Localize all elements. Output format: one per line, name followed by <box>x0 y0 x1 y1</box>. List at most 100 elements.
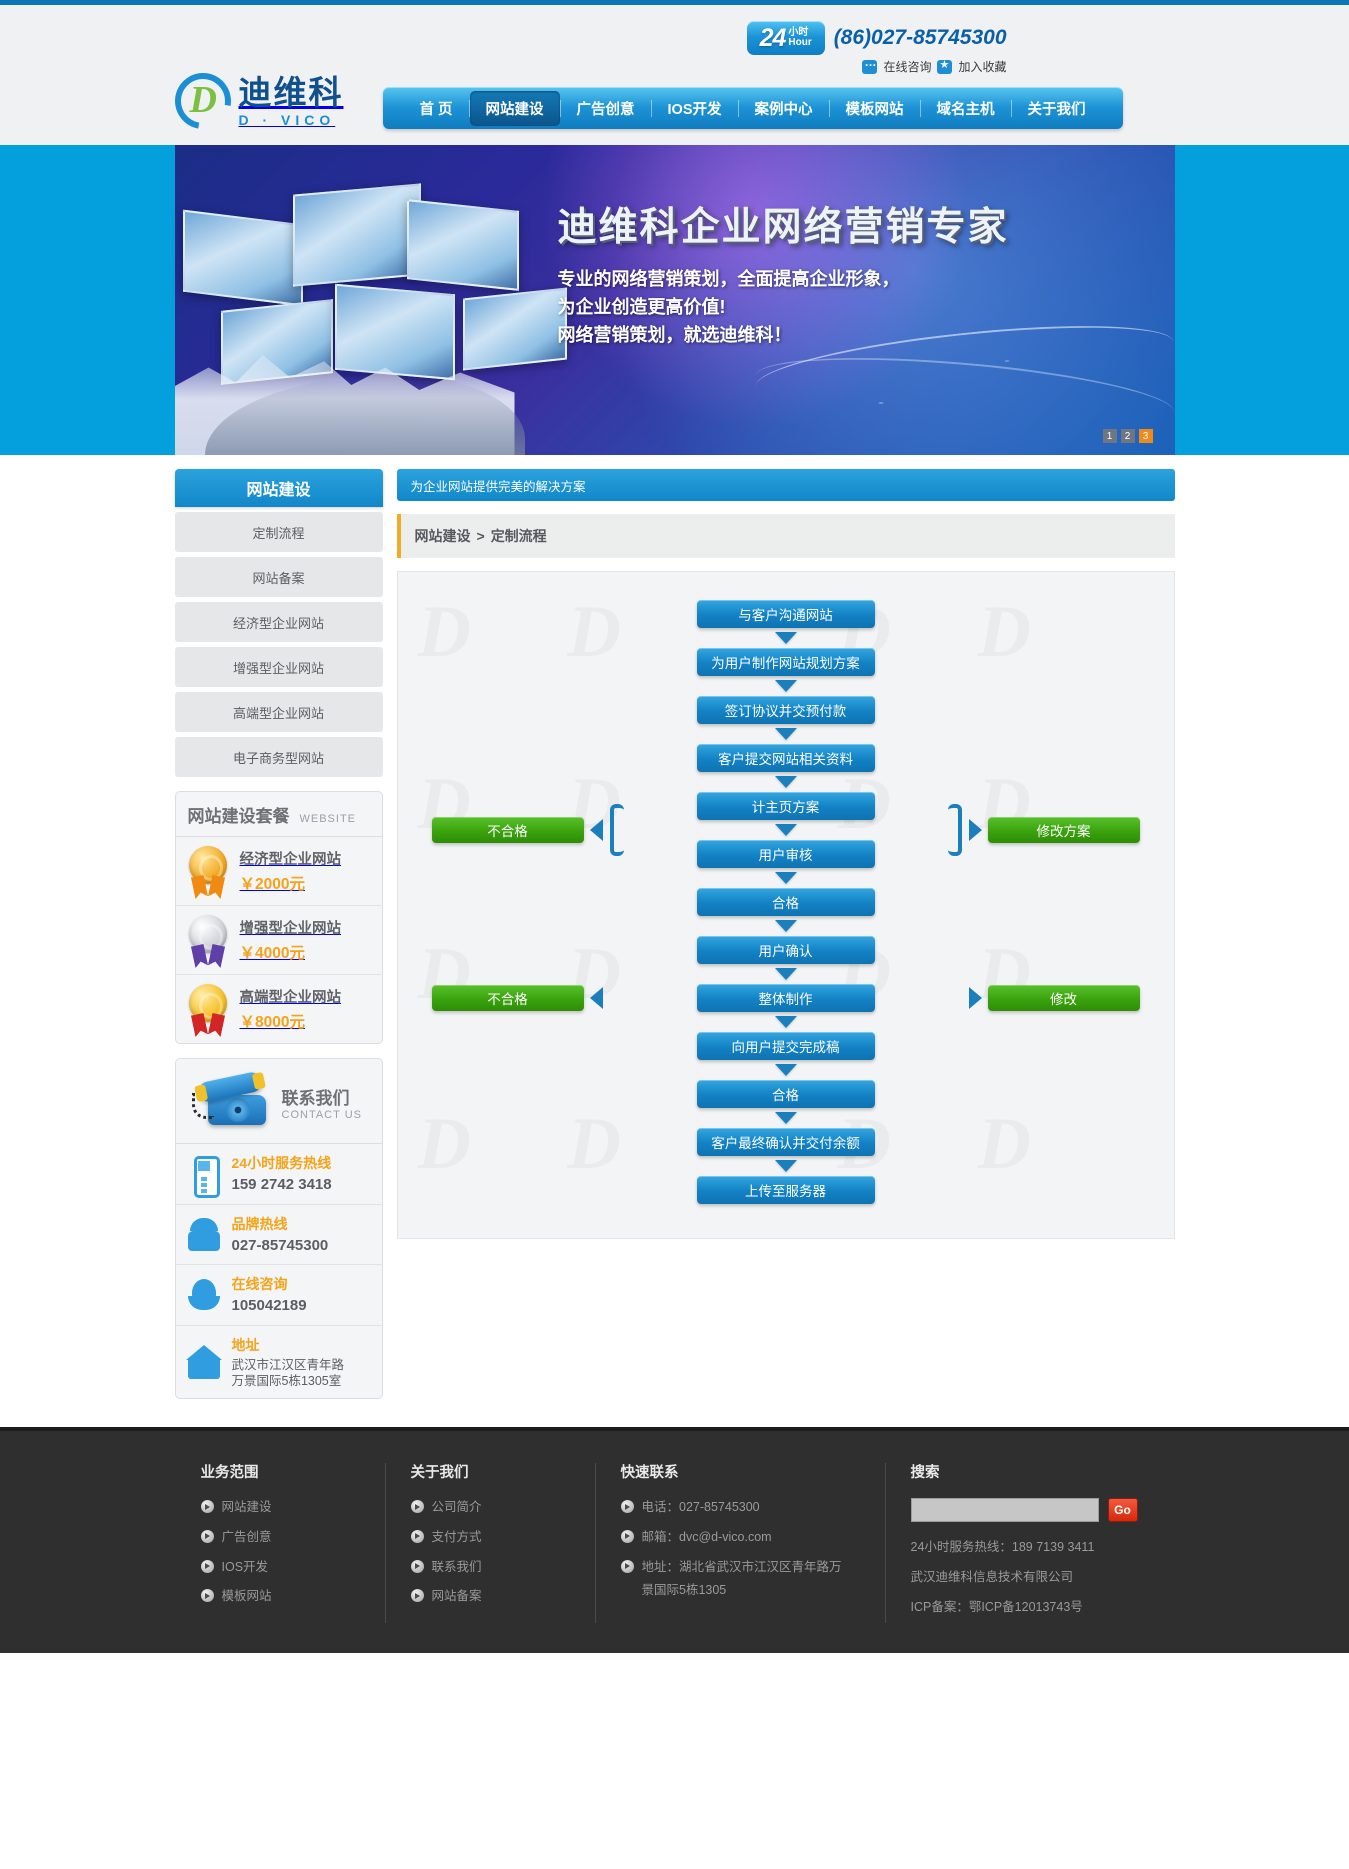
flow-step-11[interactable]: 合格 <box>696 1080 875 1108</box>
banner-pagination: 1 2 3 <box>1102 429 1153 443</box>
sidebar-title: 网站建设 <box>174 469 383 507</box>
contact-value: 027-85745300 <box>231 1236 329 1254</box>
nav-item-ads[interactable]: 广告创意 <box>561 91 651 126</box>
sidebar-item-ecommerce[interactable]: 电子商务型网站 <box>174 737 383 777</box>
package-row-premium[interactable]: 高端型企业网站 ￥8000元 <box>176 975 382 1043</box>
packages-panel: 网站建设套餐 WEBSITE 经济型企业网站 ￥2000元 增强型企业网站 ￥4… <box>174 791 383 1044</box>
search-input[interactable] <box>910 1498 1099 1522</box>
arrow-bullet-icon <box>620 1559 634 1573</box>
silver-medal-icon <box>186 915 230 965</box>
nav-item-website[interactable]: 网站建设 <box>469 90 560 126</box>
flow-step-10[interactable]: 向用户提交完成稿 <box>696 1032 875 1060</box>
flow-branch-revise-2[interactable]: 修改 <box>987 985 1140 1011</box>
package-row-economy[interactable]: 经济型企业网站 ￥2000元 <box>175 837 382 906</box>
contact-row-hotline: 24小时服务热线 159 2742 3418 <box>175 1144 382 1205</box>
flow-branch-fail-1[interactable]: 不合格 <box>431 817 584 843</box>
flow-branch-production: 整体制作 不合格 修改 <box>398 984 1174 1012</box>
banner-line-3: 网络营销策划，就选迪维科！ <box>557 324 792 345</box>
footer-col-services: 业务范围 网站建设 广告创意 IOS开发 模板网站 <box>175 1461 385 1627</box>
sidebar-item-economy[interactable]: 经济型企业网站 <box>174 602 383 642</box>
mobile-icon <box>186 1155 222 1198</box>
arrow-bullet-icon <box>620 1529 634 1543</box>
footer-link[interactable]: 网站建设 <box>200 1498 359 1517</box>
nav-item-domain[interactable]: 域名主机 <box>921 91 1011 126</box>
flow-step-7[interactable]: 合格 <box>696 888 875 916</box>
add-favorite-link[interactable]: 加入收藏 <box>958 58 1006 75</box>
flow-step-1[interactable]: 与客户沟通网站 <box>696 600 875 628</box>
flow-arrow-down-icon <box>774 728 797 740</box>
nav-item-ios[interactable]: IOS开发 <box>652 91 738 126</box>
header-phone: (86)027-85745300 <box>833 26 1007 49</box>
flow-step-3[interactable]: 签订协议并交预付款 <box>696 696 875 724</box>
contact-title-en: CONTACT US <box>281 1108 362 1121</box>
packages-title-en: WEBSITE <box>299 813 357 825</box>
flow-arrow-down-icon <box>774 1112 797 1124</box>
contact-label: 品牌热线 <box>231 1215 288 1232</box>
nav-item-templates[interactable]: 模板网站 <box>830 91 920 126</box>
sidebar-item-process[interactable]: 定制流程 <box>174 512 383 552</box>
contact-row-address: 地址 武汉市江汉区青年路 万景国际5栋1305室 <box>176 1326 382 1399</box>
sidebar-item-premium[interactable]: 高端型企业网站 <box>174 692 383 732</box>
contact-row-qq[interactable]: 在线咨询 105042189 <box>175 1265 382 1326</box>
nav-item-home[interactable]: 首 页 <box>403 91 468 126</box>
sidebar-item-enhanced[interactable]: 增强型企业网站 <box>174 647 383 687</box>
flow-step-13[interactable]: 上传至服务器 <box>696 1176 875 1204</box>
flow-step-5[interactable]: 计主页方案 <box>696 792 875 820</box>
site-header: 24 小时 Hour (86)027-85745300 在线咨询 加入收藏 D … <box>0 5 1349 145</box>
telephone-icon <box>186 1215 222 1253</box>
footer-link[interactable]: IOS开发 <box>200 1558 359 1577</box>
arrow-bullet-icon <box>200 1589 214 1603</box>
footer-link[interactable]: 网站备案 <box>410 1587 569 1606</box>
flow-arrow-down-icon <box>774 872 797 884</box>
flow-step-12[interactable]: 客户最终确认并交付余额 <box>696 1128 875 1156</box>
footer-col-about: 关于我们 公司简介 支付方式 联系我们 网站备案 <box>384 1461 595 1627</box>
content-subtitle: 为企业网站提供完美的解决方案 <box>396 469 1175 501</box>
arrow-bullet-icon <box>620 1500 634 1513</box>
banner-dot-2[interactable]: 2 <box>1120 429 1135 443</box>
flow-step-9[interactable]: 整体制作 <box>696 984 875 1012</box>
contact-title-cn: 联系我们 <box>281 1088 350 1108</box>
online-consult-link[interactable]: 在线咨询 <box>883 58 931 75</box>
footer-link[interactable]: 广告创意 <box>200 1528 359 1547</box>
footer-heading: 业务范围 <box>200 1465 259 1481</box>
package-name: 高端型企业网站 <box>239 990 342 1006</box>
arrow-bullet-icon <box>410 1500 424 1513</box>
flow-branch-revise-1[interactable]: 修改方案 <box>987 817 1140 843</box>
package-price: ￥4000元 <box>239 945 305 962</box>
contact-value: 159 2742 3418 <box>231 1176 332 1193</box>
logo-text-cn: 迪维科 <box>238 73 344 111</box>
search-go-button[interactable]: Go <box>1107 1498 1138 1522</box>
package-price: ￥8000元 <box>239 1014 305 1031</box>
logo-mark-icon: D <box>163 62 242 140</box>
logo-mark-letter: D <box>189 79 217 121</box>
breadcrumb-parent[interactable]: 网站建设 <box>415 526 471 546</box>
banner-dot-3[interactable]: 3 <box>1138 429 1153 443</box>
footer-link[interactable]: 公司简介 <box>410 1498 569 1517</box>
flow-step-2[interactable]: 为用户制作网站规划方案 <box>696 648 875 676</box>
package-row-enhanced[interactable]: 增强型企业网站 ￥4000元 <box>175 906 382 975</box>
nav-item-cases[interactable]: 案例中心 <box>739 91 829 126</box>
flow-step-4[interactable]: 客户提交网站相关资料 <box>696 744 875 772</box>
banner-dot-1[interactable]: 1 <box>1102 429 1117 443</box>
nav-item-about[interactable]: 关于我们 <box>1012 91 1102 126</box>
page-body: 网站建设 定制流程 网站备案 经济型企业网站 增强型企业网站 高端型企业网站 电… <box>174 455 1175 1427</box>
sidebar-item-filing[interactable]: 网站备案 <box>174 557 383 597</box>
footer-link[interactable]: 联系我们 <box>410 1558 569 1577</box>
flow-arrow-right-icon <box>968 819 982 841</box>
footer-link[interactable]: 模板网站 <box>200 1587 359 1606</box>
footer-contact-email: 邮箱：dvc@d-vico.com <box>620 1528 859 1547</box>
hotline-block: 24 小时 Hour (86)027-85745300 <box>746 21 1007 55</box>
banner-title: 迪维科企业网络营销专家 <box>557 206 1009 249</box>
arrow-bullet-icon <box>410 1559 424 1573</box>
package-name: 经济型企业网站 <box>239 852 342 868</box>
packages-header: 网站建设套餐 WEBSITE <box>175 792 382 837</box>
contact-panel: 联系我们 CONTACT US 24小时服务热线 159 2742 3418 品… <box>174 1058 383 1399</box>
footer-link[interactable]: 支付方式 <box>410 1528 569 1547</box>
flow-step-8[interactable]: 用户确认 <box>696 936 875 964</box>
flow-branch-fail-2[interactable]: 不合格 <box>431 985 584 1011</box>
banner-line-2: 为企业创造更高价值! <box>557 296 726 317</box>
home-icon <box>185 1343 222 1381</box>
flow-step-6[interactable]: 用户审核 <box>696 840 875 868</box>
arrow-bullet-icon <box>200 1500 214 1513</box>
site-logo[interactable]: D 迪维科 D · VICO <box>163 62 344 140</box>
